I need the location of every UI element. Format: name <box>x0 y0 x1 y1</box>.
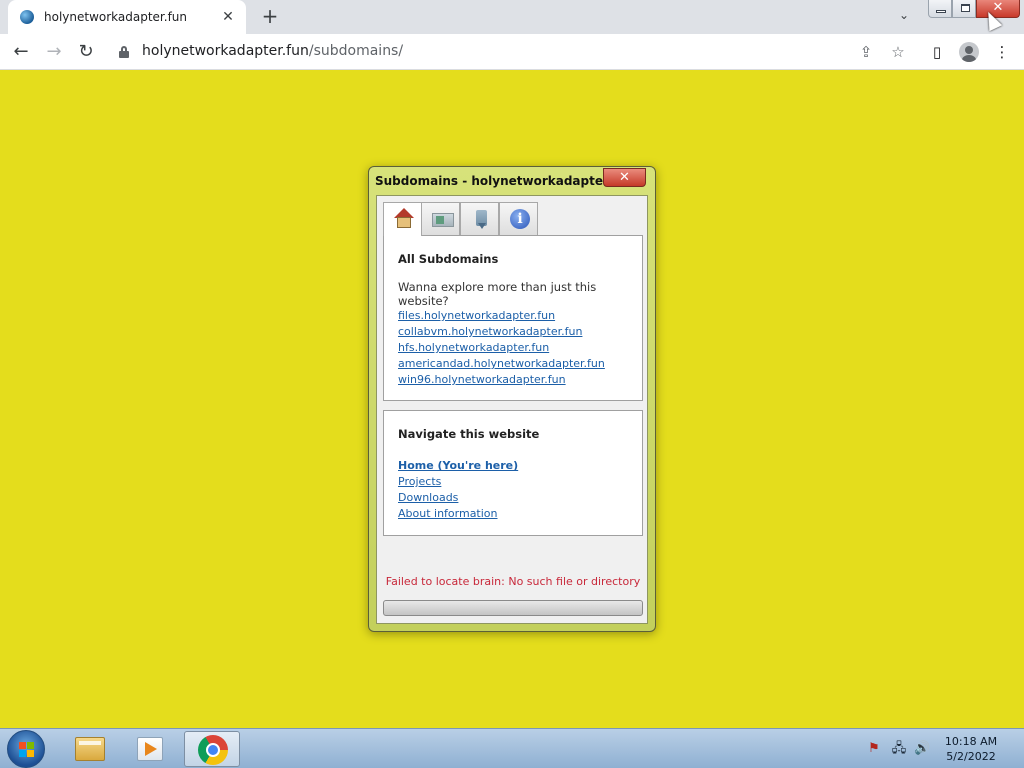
subdomains-dialog: Subdomains - holynetworkadapter.fun ✕ i … <box>368 166 656 632</box>
home-icon <box>393 208 415 230</box>
navigation-heading: Navigate this website <box>398 427 540 441</box>
new-tab-button[interactable]: + <box>258 5 282 29</box>
subdomains-description: Wanna explore more than just this websit… <box>398 280 597 308</box>
dialog-close-button[interactable]: ✕ <box>603 168 646 187</box>
dialog-body: i All Subdomains Wanna explore more than… <box>376 195 648 624</box>
subdomain-link-collabvm[interactable]: collabvm.holynetworkadapter.fun <box>398 324 605 340</box>
clock-time: 10:18 AM <box>944 735 998 748</box>
chrome-icon <box>198 735 228 765</box>
back-button[interactable]: ← <box>9 40 33 64</box>
folder-icon <box>75 737 105 761</box>
forward-button[interactable]: → <box>42 40 66 64</box>
kebab-menu-icon[interactable]: ⋮ <box>992 42 1012 62</box>
lock-icon[interactable] <box>119 46 129 58</box>
nav-link-projects[interactable]: Projects <box>398 474 518 490</box>
clock-date: 5/2/2022 <box>946 750 996 763</box>
minimize-icon <box>936 10 946 13</box>
taskbar-chrome-button[interactable] <box>184 731 240 767</box>
tab-strip: holynetworkadapter.fun ✕ + ⌄ ✕ <box>0 0 1024 34</box>
start-button[interactable] <box>7 730 45 768</box>
progress-bar <box>383 600 643 616</box>
info-icon: i <box>509 208 531 230</box>
windows-logo-icon <box>19 742 35 758</box>
url-path: /subdomains/ <box>308 43 404 59</box>
tab-projects[interactable] <box>421 202 460 235</box>
tab-downloads[interactable] <box>460 202 499 235</box>
subdomain-link-win96[interactable]: win96.holynetworkadapter.fun <box>398 372 605 388</box>
system-clock[interactable]: 10:18 AM 5/2/2022 <box>930 734 1012 764</box>
usb-drive-icon <box>470 208 492 230</box>
dialog-title: Subdomains - holynetworkadapter.fun <box>375 174 635 188</box>
window-restore-button[interactable] <box>952 0 976 18</box>
nav-link-about[interactable]: About information <box>398 506 518 522</box>
monitor-icon <box>431 208 454 230</box>
tab-about[interactable]: i <box>499 202 538 235</box>
restore-icon <box>961 4 970 12</box>
navigation-panel: Navigate this website Home (You're here)… <box>383 410 643 536</box>
star-icon[interactable]: ☆ <box>888 42 908 62</box>
profile-avatar[interactable] <box>959 42 979 62</box>
network-icon[interactable]: 🖧 <box>891 741 907 757</box>
window-minimize-button[interactable] <box>928 0 952 18</box>
subdomain-link-files[interactable]: files.holynetworkadapter.fun <box>398 308 605 324</box>
globe-icon <box>20 10 34 24</box>
subdomains-panel: All Subdomains Wanna explore more than j… <box>383 235 643 401</box>
subdomain-link-hfs[interactable]: hfs.holynetworkadapter.fun <box>398 340 605 356</box>
browser-toolbar: ← → ↻ holynetworkadapter.fun/subdomains/… <box>0 34 1024 70</box>
address-bar[interactable]: holynetworkadapter.fun/subdomains/ <box>142 43 403 59</box>
url-domain: holynetworkadapter.fun <box>142 43 309 59</box>
tab-home[interactable] <box>383 202 422 236</box>
action-center-flag-icon[interactable]: ⚑ <box>866 741 882 757</box>
navigation-links: Home (You're here) Projects Downloads Ab… <box>398 458 518 522</box>
subdomain-links: files.holynetworkadapter.fun collabvm.ho… <box>398 308 605 388</box>
nav-link-home[interactable]: Home (You're here) <box>398 458 518 474</box>
close-tab-icon[interactable]: ✕ <box>220 9 236 25</box>
chevron-down-icon[interactable]: ⌄ <box>895 8 913 26</box>
taskbar-media-player-button[interactable] <box>122 731 178 767</box>
media-player-icon <box>137 737 163 761</box>
reload-button[interactable]: ↻ <box>74 40 98 64</box>
error-message: Failed to locate brain: No such file or … <box>385 575 641 588</box>
nav-link-downloads[interactable]: Downloads <box>398 490 518 506</box>
tab-title: holynetworkadapter.fun <box>44 10 188 24</box>
volume-icon[interactable]: 🔊 <box>914 741 930 757</box>
subdomains-heading: All Subdomains <box>398 252 499 266</box>
share-icon[interactable]: ⇪ <box>856 42 876 62</box>
browser-tab[interactable]: holynetworkadapter.fun ✕ <box>8 0 246 34</box>
taskbar: ⚑ 🖧 🔊 10:18 AM 5/2/2022 <box>0 728 1024 768</box>
side-panel-icon[interactable]: ▯ <box>927 42 947 62</box>
subdomain-link-americandad[interactable]: americandad.holynetworkadapter.fun <box>398 356 605 372</box>
taskbar-explorer-button[interactable] <box>62 731 118 767</box>
